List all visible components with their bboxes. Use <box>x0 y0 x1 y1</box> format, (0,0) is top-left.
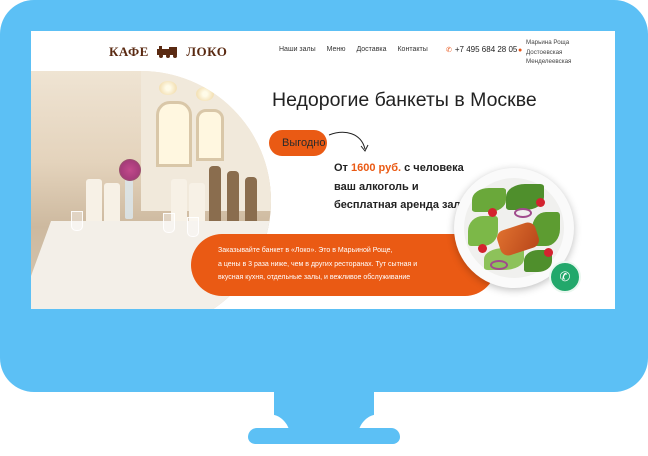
offer-text: От 1600 руб. с человека ваш алкоголь и б… <box>334 162 467 211</box>
phone-link[interactable]: ✆ +7 495 684 28 05 <box>446 45 517 54</box>
nav-item-contacts[interactable]: Контакты <box>397 46 427 53</box>
call-button[interactable]: ✆ <box>549 261 581 293</box>
location-pin-icon: ● <box>518 47 523 54</box>
logo[interactable]: КАФЕ ЛОКО <box>109 44 227 60</box>
site-header: КАФЕ ЛОКО Наши залы Меню Доставка Контак… <box>31 31 615 71</box>
curved-arrow-icon <box>328 131 369 152</box>
nav-item-halls[interactable]: Наши залы <box>279 46 316 53</box>
address-block: ● Марьина Роща Достоевская Менделеевская <box>518 39 572 65</box>
website-screen: КАФЕ ЛОКО Наши залы Меню Доставка Контак… <box>31 31 615 309</box>
phone-call-icon: ✆ <box>559 269 571 284</box>
main-nav: Наши залы Меню Доставка Контакты <box>279 46 437 53</box>
hero-title: Недорогие банкеты в Москве <box>272 89 537 111</box>
offer-price: 1600 руб. <box>351 162 402 174</box>
promo-banner: Заказывайте банкет в «Локо». Это в Марьи… <box>191 234 496 296</box>
phone-icon: ✆ <box>446 47 452 54</box>
nav-item-delivery[interactable]: Доставка <box>356 46 386 53</box>
train-icon <box>156 46 177 58</box>
benefit-badge: Выгодно <box>269 130 327 156</box>
nav-item-menu[interactable]: Меню <box>327 46 346 53</box>
monitor-neck <box>274 386 374 430</box>
monitor-base <box>248 428 400 444</box>
